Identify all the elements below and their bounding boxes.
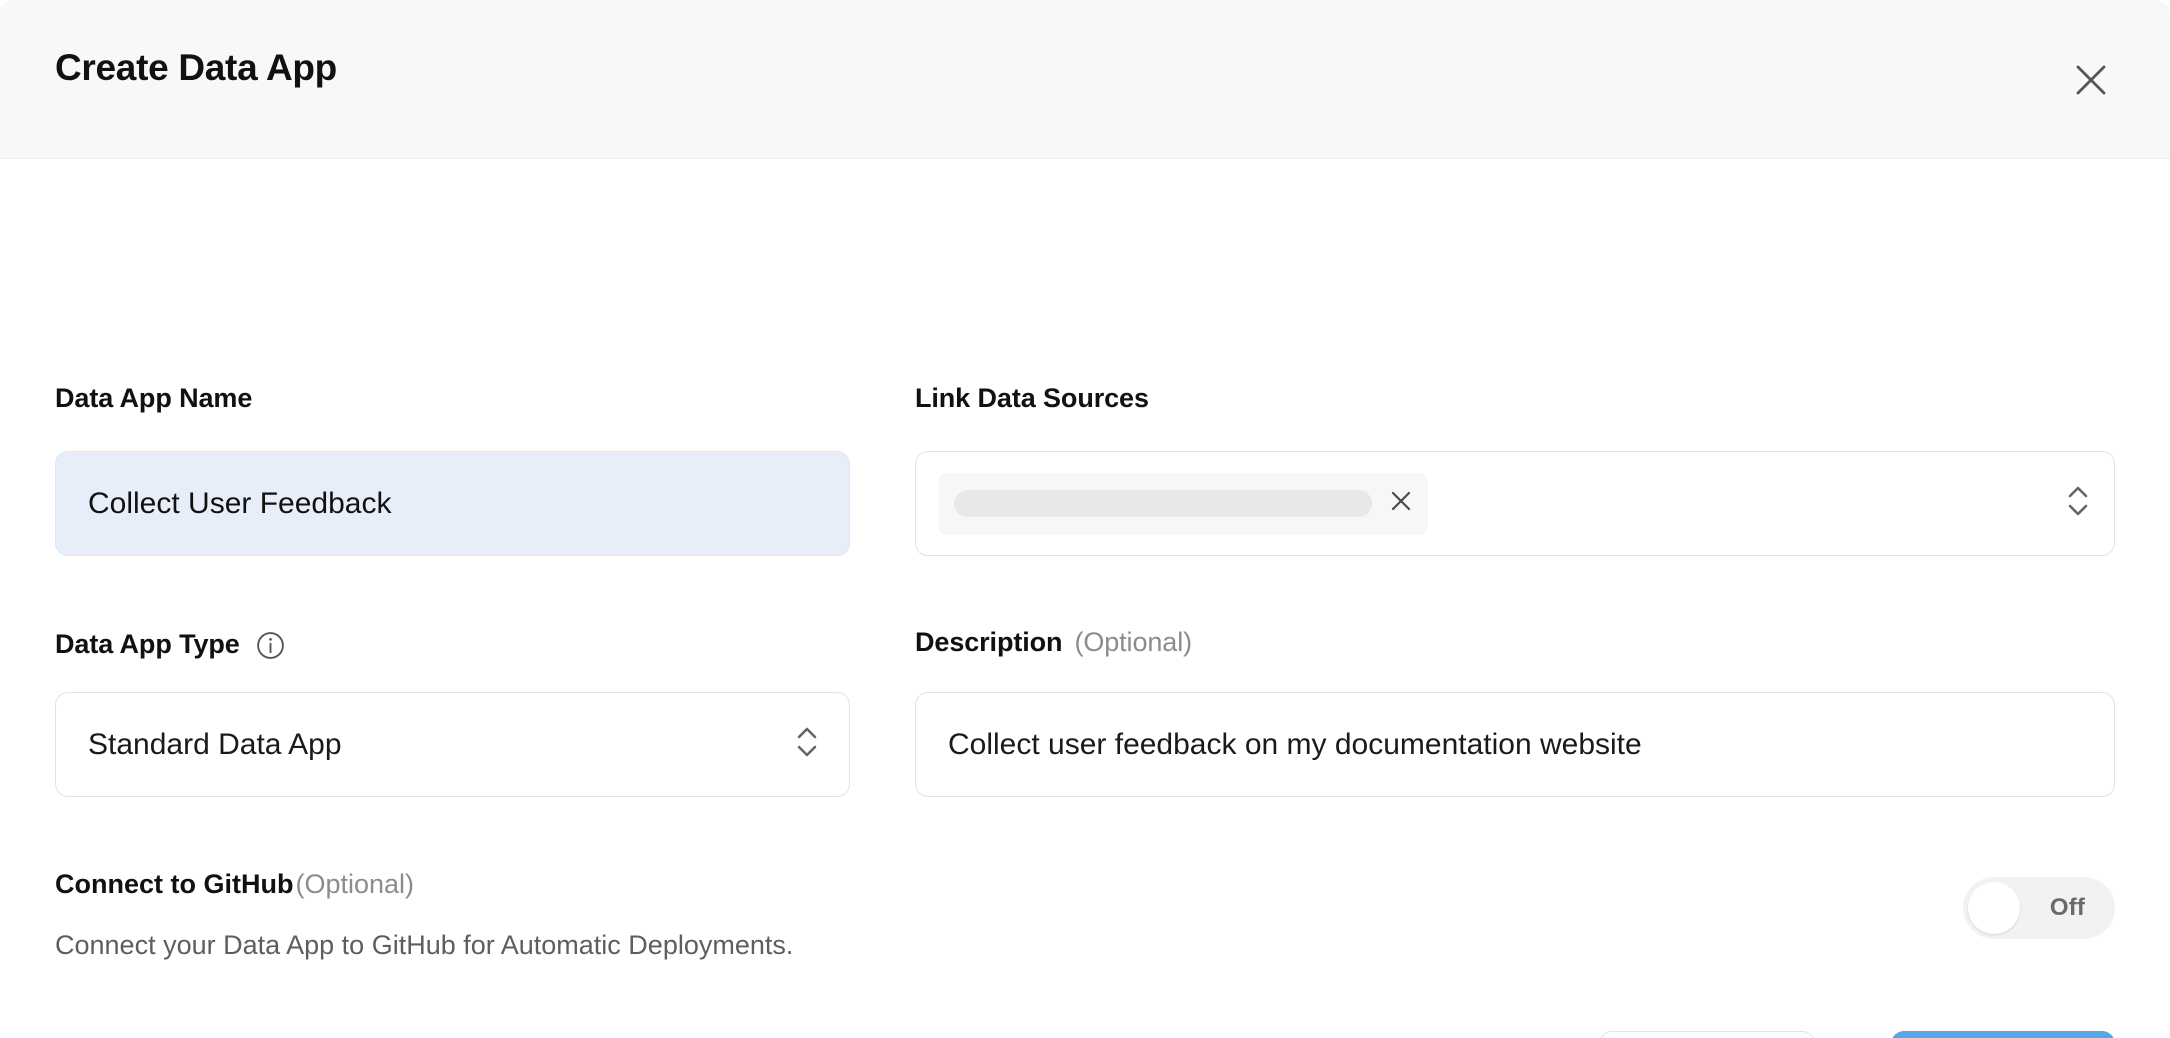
- close-button[interactable]: [2067, 56, 2115, 104]
- create-button[interactable]: Create: [1891, 1031, 2115, 1038]
- connect-github-toggle[interactable]: Off: [1963, 877, 2115, 939]
- dialog-header: Create Data App: [0, 0, 2170, 159]
- data-app-name-input[interactable]: [55, 451, 850, 556]
- description-label-text: Description: [915, 629, 1062, 656]
- close-icon: [1389, 489, 1413, 518]
- link-data-sources-chevron[interactable]: [2060, 479, 2096, 528]
- cancel-button[interactable]: Cancel: [1599, 1031, 1815, 1038]
- data-source-chip: [938, 473, 1428, 535]
- connect-github-title: Connect to GitHub (Optional): [55, 871, 414, 898]
- data-app-type-value: Standard Data App: [88, 728, 342, 762]
- data-app-type-label: Data App Type: [55, 629, 285, 660]
- connect-github-description: Connect your Data App to GitHub for Auto…: [55, 932, 793, 959]
- chevron-up-down-icon: [794, 720, 820, 769]
- connect-github-optional-tag: (Optional): [295, 871, 414, 898]
- connect-github-title-text: Connect to GitHub: [55, 871, 293, 898]
- description-input[interactable]: [915, 692, 2115, 797]
- loading-skeleton-bar: [954, 490, 1372, 517]
- chevron-up-down-icon: [2065, 479, 2091, 528]
- link-data-sources-label-text: Link Data Sources: [915, 385, 1149, 412]
- close-icon: [2074, 63, 2108, 97]
- info-circle-icon[interactable]: [256, 631, 285, 660]
- data-app-name-label: Data App Name: [55, 385, 252, 412]
- toggle-state-label: Off: [2020, 894, 2115, 922]
- description-label: Description (Optional): [915, 629, 1192, 656]
- toggle-knob: [1968, 882, 2020, 934]
- data-app-type-label-text: Data App Type: [55, 631, 240, 658]
- link-data-sources-select[interactable]: [915, 451, 2115, 556]
- chip-remove-button[interactable]: [1388, 491, 1414, 517]
- page-title: Create Data App: [55, 49, 337, 86]
- description-optional-tag: (Optional): [1074, 629, 1192, 656]
- data-app-type-chevron: [789, 720, 825, 769]
- data-app-name-label-text: Data App Name: [55, 385, 252, 412]
- data-app-type-select[interactable]: Standard Data App: [55, 692, 850, 797]
- link-data-sources-label: Link Data Sources: [915, 385, 1149, 412]
- create-data-app-dialog: Create Data App Data App Name Link Data …: [0, 0, 2170, 1038]
